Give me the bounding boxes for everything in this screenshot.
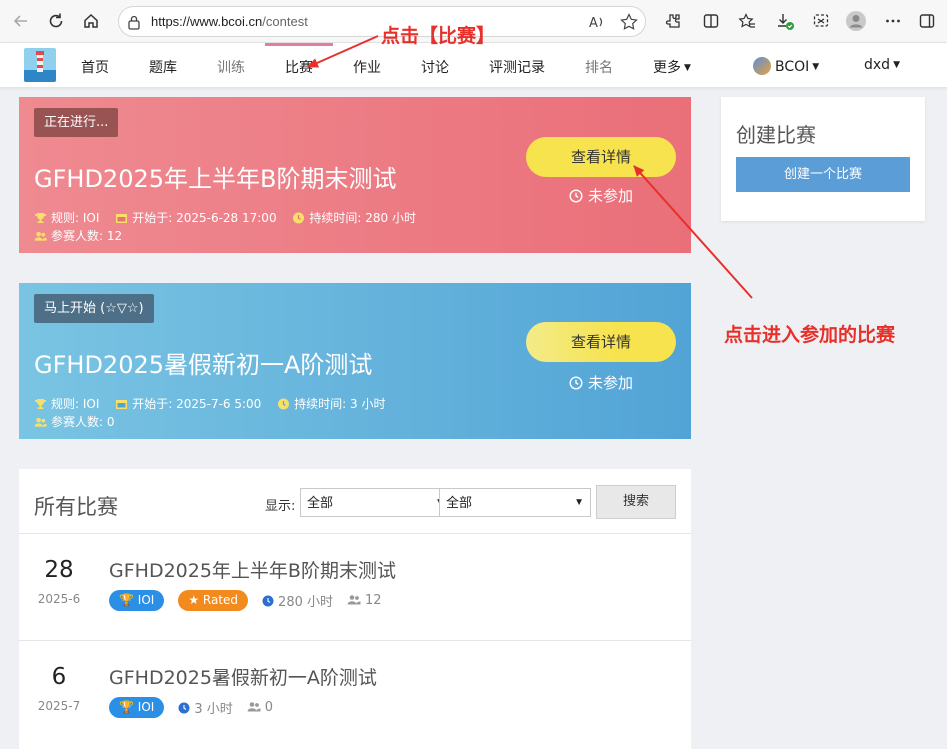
annotation-click-contest: 点击【比赛】	[381, 25, 496, 47]
annotation-click-enter: 点击进入参加的比赛	[724, 324, 896, 346]
annotation-arrow-details	[633, 165, 753, 299]
annotation-arrows	[307, 35, 753, 299]
annotation-arrow-nav	[307, 35, 379, 68]
